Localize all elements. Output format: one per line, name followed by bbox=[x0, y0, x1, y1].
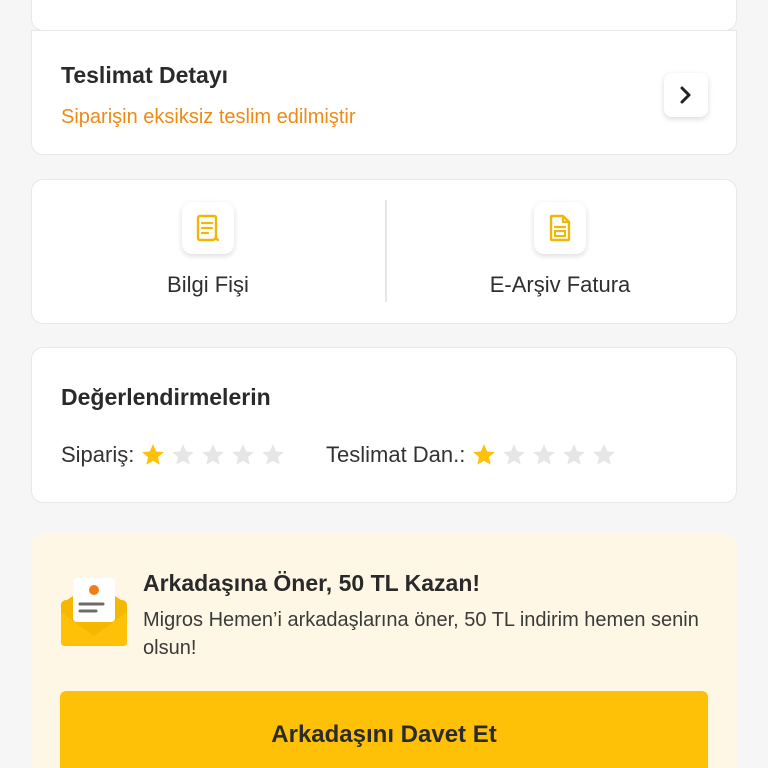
star-empty-icon[interactable] bbox=[260, 442, 286, 468]
delivery-person-rating: Teslimat Dan.: bbox=[326, 442, 621, 468]
star-filled-icon[interactable] bbox=[140, 442, 166, 468]
order-rating: Sipariş: bbox=[61, 442, 290, 468]
star-empty-icon[interactable] bbox=[230, 442, 256, 468]
referral-card: Arkadaşına Öner, 50 TL Kazan! Migros Hem… bbox=[31, 534, 737, 768]
delivery-person-rating-stars[interactable] bbox=[471, 442, 621, 468]
delivery-detail-button[interactable] bbox=[664, 73, 708, 117]
star-empty-icon[interactable] bbox=[200, 442, 226, 468]
chevron-right-icon bbox=[680, 86, 691, 104]
order-summary-card-partial bbox=[31, 0, 737, 31]
e-archive-invoice-button[interactable]: E-Arşiv Fatura bbox=[384, 180, 736, 323]
invite-envelope-icon bbox=[61, 578, 127, 646]
ratings-card: Değerlendirmelerin Sipariş: Teslimat Dan… bbox=[31, 347, 737, 503]
star-empty-icon[interactable] bbox=[501, 442, 527, 468]
star-empty-icon[interactable] bbox=[591, 442, 617, 468]
order-rating-label: Sipariş: bbox=[61, 442, 135, 467]
invite-friend-button[interactable]: Arkadaşını Davet Et bbox=[60, 691, 708, 768]
star-empty-icon[interactable] bbox=[561, 442, 587, 468]
delivery-person-rating-label: Teslimat Dan.: bbox=[326, 442, 466, 467]
order-rating-stars[interactable] bbox=[140, 442, 290, 468]
invoice-document-icon bbox=[534, 202, 586, 254]
ratings-title: Değerlendirmelerin bbox=[61, 384, 271, 410]
receipt-icon bbox=[182, 202, 234, 254]
e-archive-invoice-label: E-Arşiv Fatura bbox=[489, 272, 631, 297]
star-empty-icon[interactable] bbox=[170, 442, 196, 468]
star-empty-icon[interactable] bbox=[531, 442, 557, 468]
star-filled-icon[interactable] bbox=[471, 442, 497, 468]
delivery-detail-card[interactable]: Teslimat Detayı Siparişin eksiksiz tesli… bbox=[31, 30, 737, 155]
receipt-document-button[interactable]: Bilgi Fişi bbox=[32, 180, 384, 323]
delivery-status-text: Siparişin eksiksiz teslim edilmiştir bbox=[61, 106, 356, 128]
receipt-label: Bilgi Fişi bbox=[167, 272, 249, 297]
delivery-detail-title: Teslimat Detayı bbox=[61, 62, 229, 88]
documents-card: Bilgi Fişi E-Arşiv Fatura bbox=[31, 179, 737, 324]
referral-title: Arkadaşına Öner, 50 TL Kazan! bbox=[143, 570, 481, 596]
referral-description: Migros Hemen’i arkadaşlarına öner, 50 TL… bbox=[143, 609, 699, 659]
